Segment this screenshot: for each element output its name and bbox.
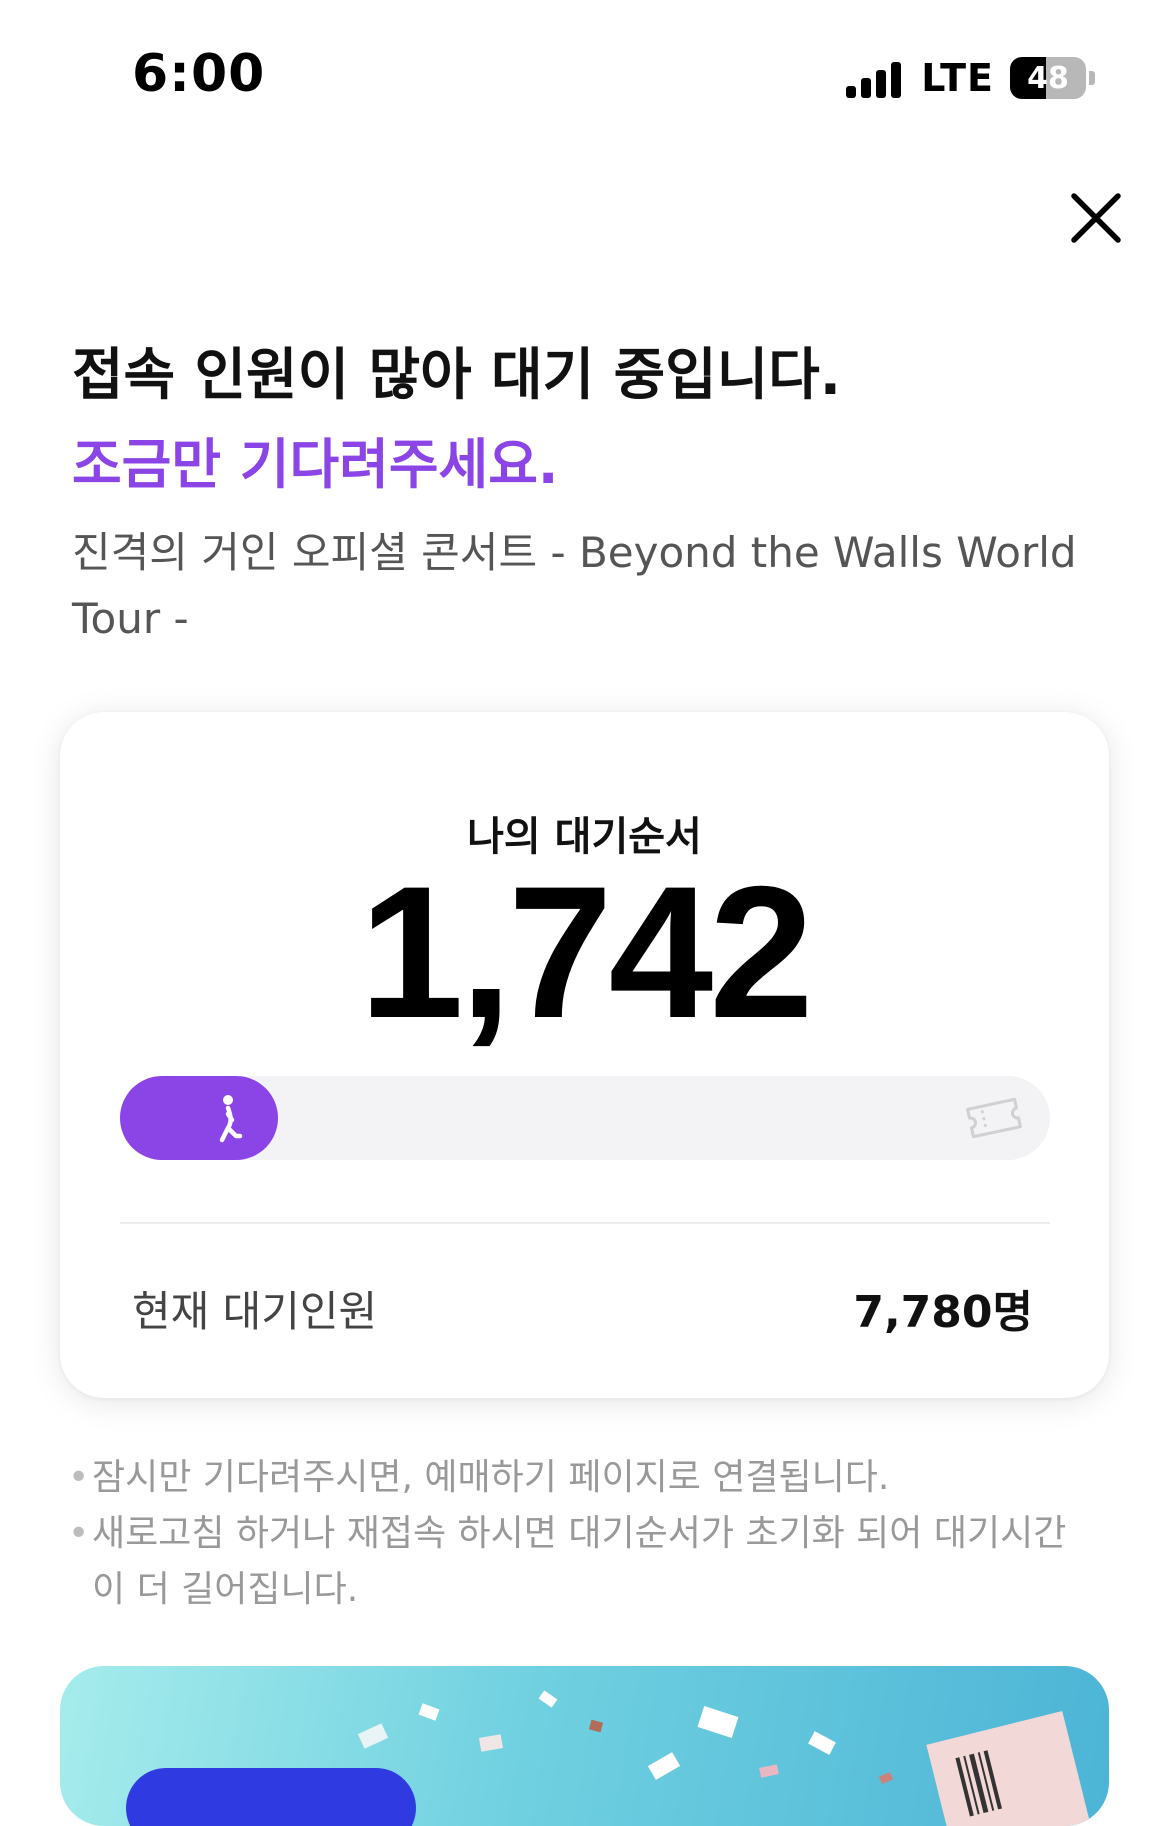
notice-text: 잠시만 기다려주시면, 예매하기 페이지로 연결됩니다. bbox=[92, 1457, 890, 1498]
bullet-icon: • bbox=[68, 1457, 90, 1498]
queue-progress-fill bbox=[120, 1076, 278, 1160]
close-icon bbox=[1071, 193, 1121, 243]
bullet-icon: • bbox=[68, 1513, 90, 1554]
waiting-count-label: 현재 대기인원 bbox=[132, 1287, 378, 1336]
battery-cap bbox=[1089, 71, 1095, 85]
card-divider bbox=[120, 1222, 1050, 1224]
network-type: LTE bbox=[921, 56, 994, 100]
notice-item: • 잠시만 기다려주시면, 예매하기 페이지로 연결됩니다. bbox=[68, 1450, 1088, 1506]
page-subtitle: 조금만 기다려주세요. bbox=[72, 433, 559, 496]
ticket-icon bbox=[966, 1097, 1022, 1139]
event-title: 진격의 거인 오피셜 콘서트 - Beyond the Walls World … bbox=[72, 528, 1077, 643]
promo-button[interactable] bbox=[126, 1768, 416, 1826]
signal-strength-icon bbox=[846, 58, 902, 98]
battery-percentage: 48 bbox=[1027, 60, 1069, 96]
status-bar: 6:00 LTE 48 bbox=[0, 0, 1169, 150]
notice-item: • 새로고침 하거나 재접속 하시면 대기순서가 초기화 되어 대기시간이 더 … bbox=[68, 1506, 1088, 1618]
status-indicators: LTE 48 bbox=[846, 56, 1095, 100]
battery-icon: 48 bbox=[1010, 57, 1086, 99]
queue-status-card: 나의 대기순서 1,742 현재 대기인원 7,780명 bbox=[60, 712, 1109, 1398]
queue-position-number: 1,742 bbox=[359, 847, 813, 1057]
waiting-count-value: 7,780명 bbox=[853, 1287, 1033, 1338]
notice-text: 새로고침 하거나 재접속 하시면 대기순서가 초기화 되어 대기시간이 더 길어… bbox=[92, 1513, 1067, 1610]
promo-banner[interactable] bbox=[60, 1666, 1109, 1826]
queue-progress-bar bbox=[120, 1076, 1050, 1160]
walking-person-icon bbox=[219, 1095, 243, 1143]
status-time: 6:00 bbox=[132, 44, 266, 104]
page-title: 접속 인원이 많아 대기 중입니다. bbox=[72, 343, 842, 408]
notice-list: • 잠시만 기다려주시면, 예매하기 페이지로 연결됩니다. • 새로고침 하거… bbox=[68, 1450, 1088, 1618]
close-button[interactable] bbox=[1066, 188, 1126, 248]
